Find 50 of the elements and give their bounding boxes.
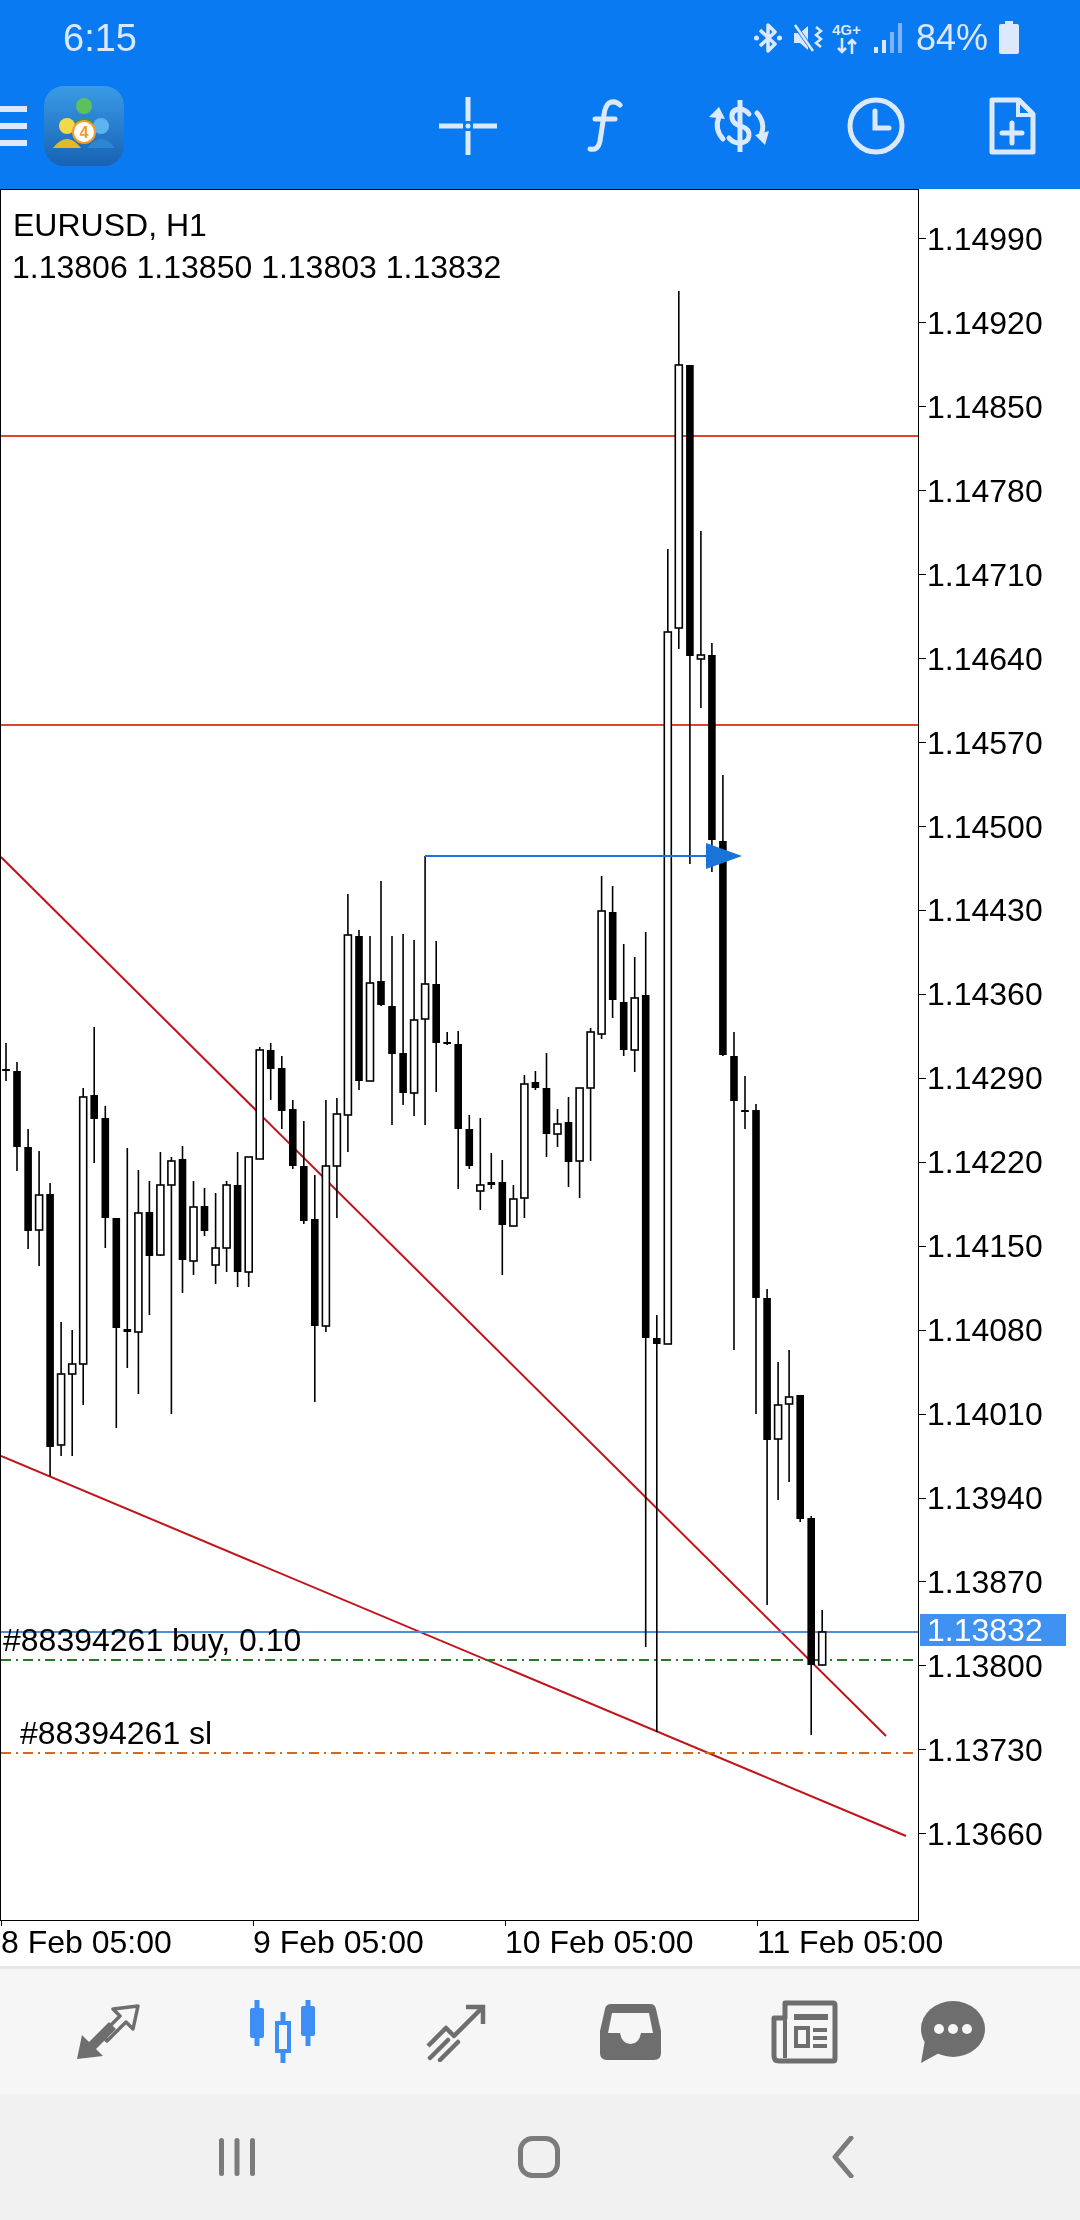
price-label: 1.14780 xyxy=(927,474,1043,507)
time-label: 10 Feb 05:00 xyxy=(505,1926,694,1958)
time-label: 11 Feb 05:00 xyxy=(757,1926,944,1958)
price-label: 1.14570 xyxy=(927,726,1043,759)
price-label: 1.13730 xyxy=(927,1733,1043,1766)
price-label: 1.14220 xyxy=(927,1146,1043,1179)
order-label: #88394261 buy, 0.10 xyxy=(3,1624,302,1656)
network-type-label: 4G+ xyxy=(832,21,861,37)
time-label: 8 Feb 05:00 xyxy=(1,1926,172,1958)
price-label: 1.14850 xyxy=(927,390,1043,423)
price-label: 1.14430 xyxy=(927,894,1043,927)
back-icon[interactable] xyxy=(832,2136,854,2178)
battery-percent: 84% xyxy=(915,19,988,56)
battery-icon xyxy=(999,21,1019,54)
stop-loss-label: #88394261 sl xyxy=(20,1717,213,1749)
price-label: 1.14010 xyxy=(927,1398,1043,1431)
price-label: 1.14640 xyxy=(927,642,1043,675)
diagonal-arrows-icon xyxy=(76,2003,140,2060)
app-logo: 4 xyxy=(44,86,124,166)
price-label: 1.14710 xyxy=(927,558,1043,591)
price-label: 1.13800 xyxy=(927,1649,1043,1682)
clock-icon[interactable] xyxy=(847,97,905,155)
crosshair-icon[interactable] xyxy=(439,97,497,155)
price-label: 1.14360 xyxy=(927,978,1043,1011)
price-label: 1.13660 xyxy=(927,1817,1043,1850)
signal-icon xyxy=(873,22,902,53)
home-icon[interactable] xyxy=(518,2136,560,2178)
menu-icon[interactable] xyxy=(0,106,27,146)
price-label: 1.13870 xyxy=(927,1565,1043,1598)
ohlc-values: 1.13806 1.13850 1.13803 1.13832 xyxy=(12,251,502,283)
symbol-timeframe: EURUSD, H1 xyxy=(13,209,207,241)
document-plus-icon[interactable] xyxy=(988,97,1036,155)
bluetooth-icon xyxy=(754,20,783,55)
price-label: 1.14290 xyxy=(927,1062,1043,1095)
time-label: 9 Feb 05:00 xyxy=(253,1926,424,1958)
price-label: 1.14500 xyxy=(927,810,1043,843)
price-label: 1.14150 xyxy=(927,1230,1043,1263)
muted-speaker-icon xyxy=(792,21,825,54)
candlestick-icon xyxy=(247,1999,317,2064)
data-arrows-icon xyxy=(835,37,858,54)
price-label: 1.14990 xyxy=(927,222,1043,255)
price-label: 1.14080 xyxy=(927,1314,1043,1347)
recent-apps-icon[interactable] xyxy=(217,2137,257,2177)
price-label: 1.13940 xyxy=(927,1482,1043,1515)
chat-bubble-icon xyxy=(919,1999,985,2064)
price-label: 1.14920 xyxy=(927,306,1043,339)
newspaper-icon xyxy=(770,1999,838,2064)
status-time: 6:15 xyxy=(63,18,137,57)
inbox-tray-icon xyxy=(598,2002,662,2061)
current-price-tag: 1.13832 xyxy=(920,1614,1066,1646)
